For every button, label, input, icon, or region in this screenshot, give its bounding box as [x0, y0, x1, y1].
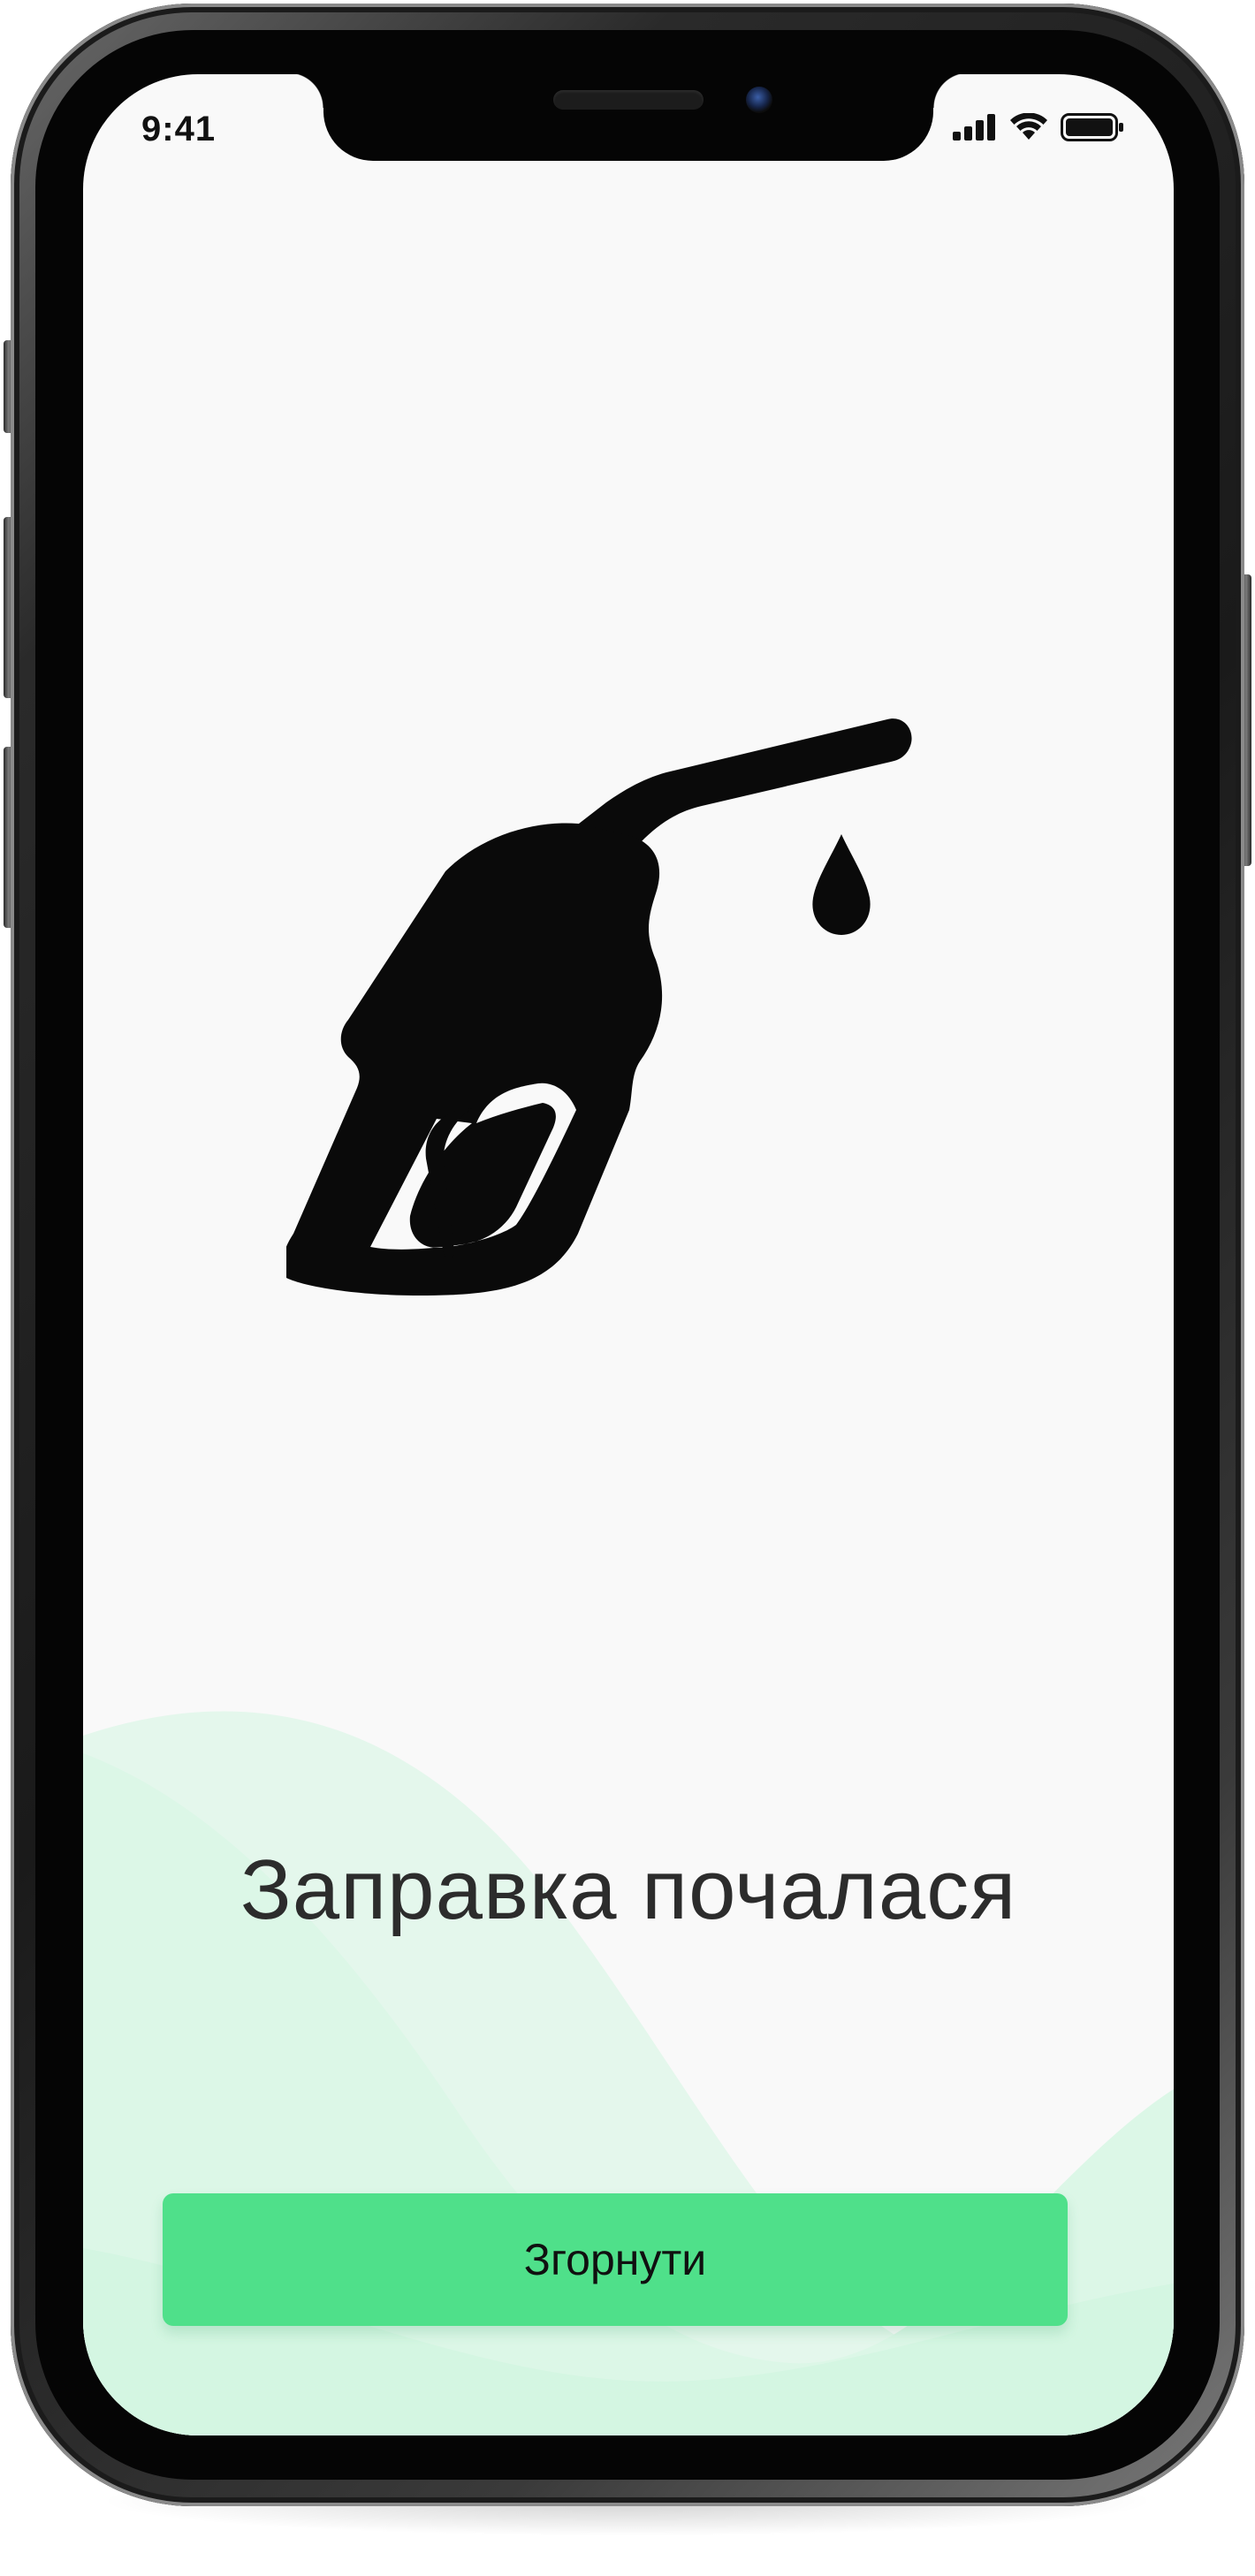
status-bar-time: 9:41 [141, 110, 217, 148]
battery-icon [1061, 113, 1123, 141]
device-notch [288, 74, 969, 161]
app-screen: 9:41 Заправка почалася Згорнути [83, 74, 1174, 2435]
cellular-signal-icon [953, 114, 995, 141]
fuel-pump-nozzle-icon [282, 668, 958, 1357]
page-title: Заправка почалася [240, 1843, 1017, 1937]
status-bar-icons [953, 113, 1124, 141]
earpiece-speaker [553, 90, 704, 110]
front-camera [746, 87, 772, 113]
wifi-icon [1010, 113, 1047, 140]
device-mockup: 9:41 Заправка почалася Згорнути [0, 0, 1255, 2576]
collapse-button[interactable]: Згорнути [163, 2193, 1068, 2326]
